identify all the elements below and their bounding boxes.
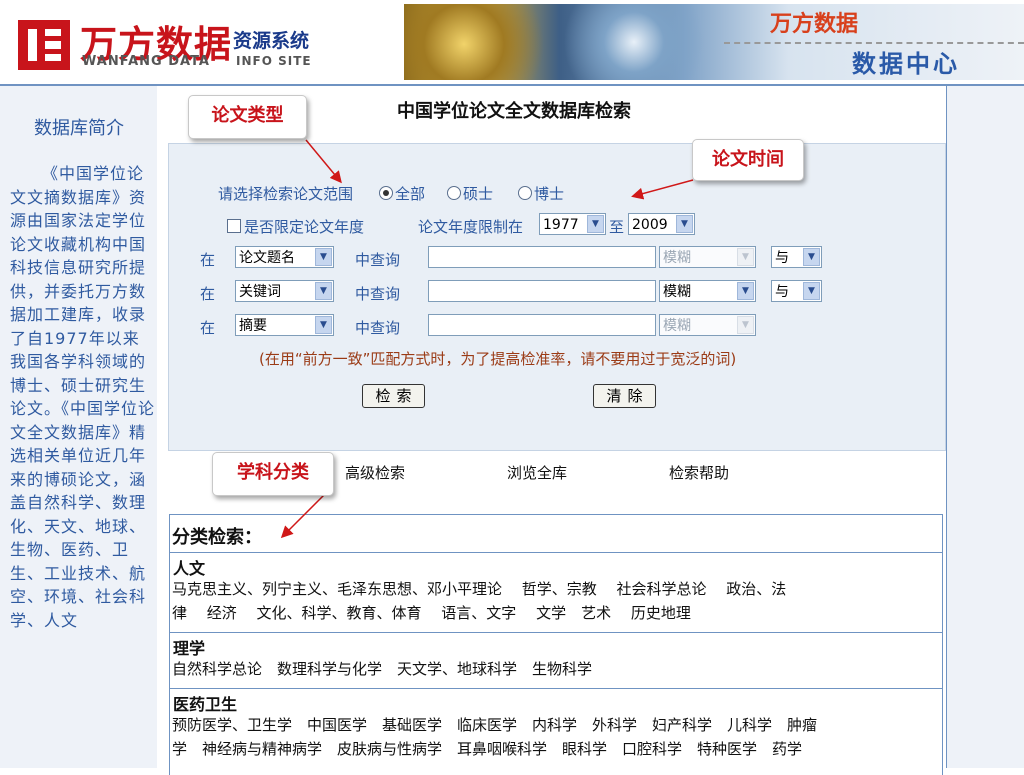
wanfang-logo-icon: [18, 20, 70, 70]
scope-option-all: 全部: [395, 185, 426, 203]
site-header: 万方数据 资源系统 WANFANG DATA INFO SITE 万方数据 数据…: [0, 0, 1024, 86]
chevron-down-icon: ▼: [737, 282, 754, 300]
banner-image: [404, 4, 724, 80]
field-select-1[interactable]: 论文题名 ▼: [235, 246, 334, 268]
classification-panel: 分类检索： 人文 马克思主义、列宁主义、毛泽东思想、邓小平理论 哲学、宗教 社会…: [169, 514, 943, 775]
chevron-down-icon: ▼: [737, 248, 754, 266]
query-prefix: 在: [200, 285, 216, 303]
query-input-3[interactable]: [428, 314, 656, 336]
search-form-panel: 请选择检索论文范围 全部 硕士 博士 是否限定论文年度 论文年度限制在 1977…: [168, 143, 946, 451]
callout-thesis-type: 论文类型: [188, 95, 307, 139]
query-input-2[interactable]: [428, 280, 656, 302]
search-hint: (在用“前方一致”匹配方式时，为了提高检准率，请不要用过于宽泛的词): [259, 350, 737, 368]
field-select-2[interactable]: 关键词 ▼: [235, 280, 334, 302]
category-links[interactable]: 律 经济 文化、科学、教育、体育 语言、文字 文学 艺术 历史地理: [172, 602, 691, 623]
page-title: 中国学位论文全文数据库检索: [397, 101, 631, 122]
match-value-2: 模糊: [663, 284, 691, 300]
logic-value-2: 与: [775, 284, 789, 300]
advanced-search-link[interactable]: 高级检索: [345, 462, 405, 483]
logic-select-2[interactable]: 与 ▼: [771, 280, 822, 302]
callout-subject-class: 学科分类: [212, 452, 334, 496]
match-select-3[interactable]: 模糊 ▼: [659, 314, 756, 336]
year-range-label: 论文年度限制在: [418, 218, 524, 236]
chevron-down-icon: ▼: [315, 248, 332, 266]
banner-brand: 万方数据: [770, 12, 859, 37]
right-margin: [946, 86, 1024, 768]
query-suffix: 中查询: [355, 319, 401, 337]
category-heading-humanities: 人文: [173, 559, 206, 578]
banner-data-center: 数据中心: [852, 50, 960, 78]
field-select-3[interactable]: 摘要 ▼: [235, 314, 334, 336]
chevron-down-icon: ▼: [315, 282, 332, 300]
year-limit-label: 是否限定论文年度: [244, 218, 365, 236]
scope-option-master: 硕士: [463, 185, 494, 203]
query-suffix: 中查询: [355, 285, 401, 303]
chevron-down-icon: ▼: [803, 282, 820, 300]
query-suffix: 中查询: [355, 251, 401, 269]
scope-label: 请选择检索论文范围: [218, 185, 354, 203]
field-value-3: 摘要: [239, 318, 267, 334]
chevron-down-icon: ▼: [676, 215, 693, 233]
scope-radio-all[interactable]: [379, 186, 393, 200]
query-prefix: 在: [200, 319, 216, 337]
clear-button[interactable]: 清除: [593, 384, 656, 408]
match-value-3: 模糊: [663, 318, 691, 334]
logo-info-site: INFO SITE: [236, 54, 312, 68]
category-links[interactable]: 自然科学总论 数理科学与化学 天文学、地球科学 生物科学: [172, 658, 592, 679]
match-value-1: 模糊: [663, 250, 691, 266]
category-links[interactable]: 学 神经病与精神病学 皮肤病与性病学 耳鼻咽喉科学 眼科学 口腔科学 特种医学 …: [172, 738, 802, 759]
database-intro-text: 《中国学位论文文摘数据库》资源由国家法定学位论文收藏机构中国科技信息研究所提供，…: [10, 164, 156, 630]
scope-option-doctor: 博士: [534, 185, 565, 203]
chevron-down-icon: ▼: [587, 215, 604, 233]
chevron-down-icon: ▼: [315, 316, 332, 334]
sidebar: 数据库简介 《中国学位论文文摘数据库》资源由国家法定学位论文收藏机构中国科技信息…: [0, 86, 158, 768]
field-value-2: 关键词: [239, 284, 281, 300]
search-button[interactable]: 检索: [362, 384, 425, 408]
search-help-link[interactable]: 检索帮助: [669, 462, 729, 483]
category-links[interactable]: 马克思主义、列宁主义、毛泽东思想、邓小平理论 哲学、宗教 社会科学总论 政治、法: [172, 578, 786, 599]
logic-select-1[interactable]: 与 ▼: [771, 246, 822, 268]
category-links[interactable]: 预防医学、卫生学 中国医学 基础医学 临床医学 内科学 外科学 妇产科学 儿科学…: [172, 714, 817, 735]
classification-title: 分类检索：: [172, 527, 262, 548]
sidebar-title: 数据库简介: [34, 118, 124, 139]
year-from-value: 1977: [543, 217, 579, 233]
match-select-1[interactable]: 模糊 ▼: [659, 246, 756, 268]
logic-value-1: 与: [775, 250, 789, 266]
query-input-1[interactable]: [428, 246, 656, 268]
main-content: 中国学位论文全文数据库检索 请选择检索论文范围 全部 硕士 博士 是否限定论文年…: [157, 86, 946, 775]
browse-all-link[interactable]: 浏览全库: [507, 462, 567, 483]
match-select-2[interactable]: 模糊 ▼: [659, 280, 756, 302]
year-from-select[interactable]: 1977 ▼: [539, 213, 606, 235]
field-value-1: 论文题名: [239, 250, 295, 266]
year-to-select[interactable]: 2009 ▼: [628, 213, 695, 235]
logo-english: WANFANG DATA: [82, 54, 210, 69]
year-to-label: 至: [609, 218, 625, 236]
scope-radio-doctor[interactable]: [518, 186, 532, 200]
logo-subtitle: 资源系统: [233, 30, 310, 52]
callout-thesis-time: 论文时间: [692, 139, 804, 181]
chevron-down-icon: ▼: [803, 248, 820, 266]
chevron-down-icon: ▼: [737, 316, 754, 334]
year-limit-checkbox[interactable]: [227, 219, 241, 233]
category-heading-science: 理学: [173, 639, 206, 658]
scope-radio-master[interactable]: [447, 186, 461, 200]
category-heading-medicine: 医药卫生: [173, 695, 238, 714]
query-prefix: 在: [200, 251, 216, 269]
year-to-value: 2009: [632, 217, 668, 233]
